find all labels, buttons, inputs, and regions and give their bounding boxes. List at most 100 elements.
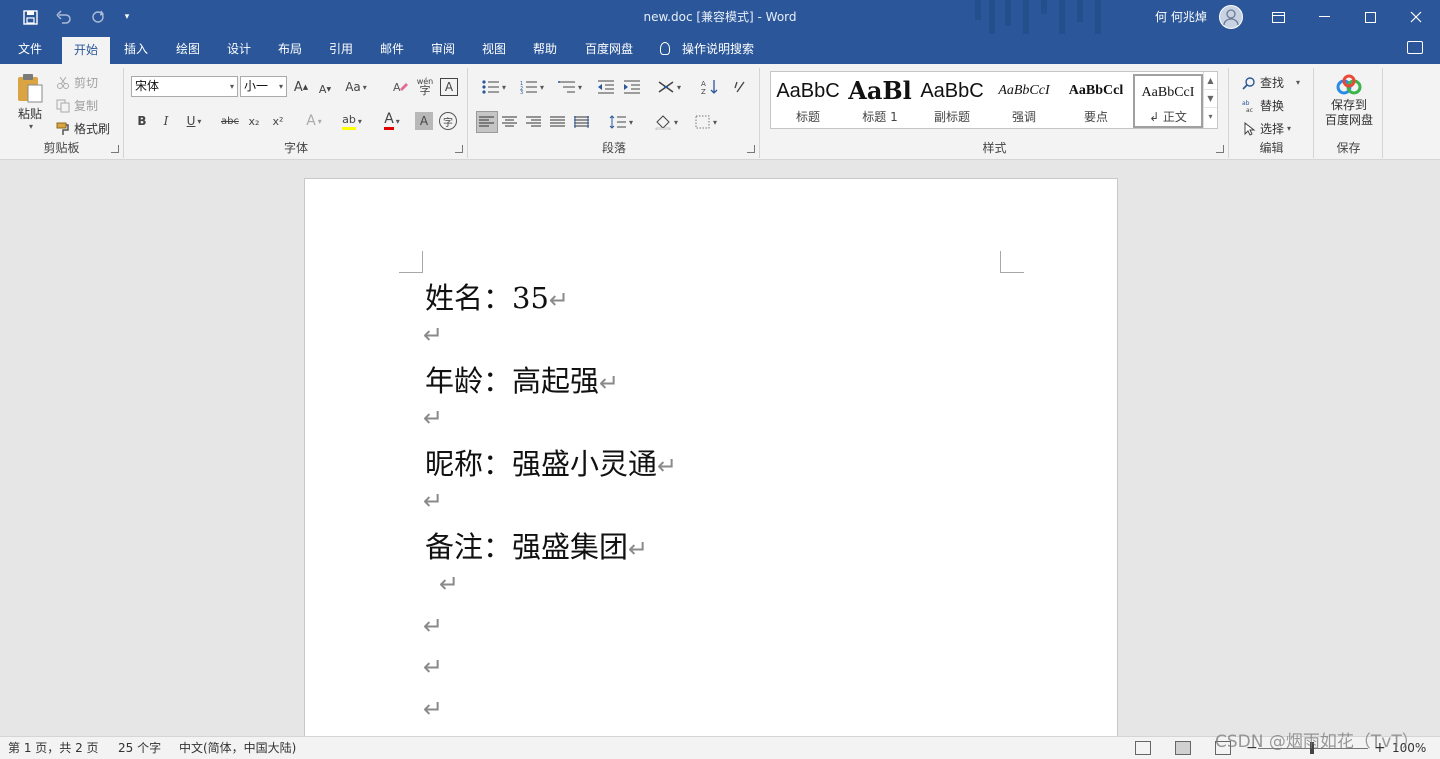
bullets-button[interactable]: ▾ bbox=[477, 78, 511, 96]
tab-layout[interactable]: 布局 bbox=[268, 34, 312, 64]
format-painter-button[interactable]: 格式刷 bbox=[56, 120, 110, 137]
paragraph-mark: ↵ bbox=[628, 535, 649, 563]
justify-button[interactable] bbox=[548, 112, 568, 132]
text-effects-button[interactable]: A ▾ bbox=[299, 111, 329, 131]
language-indicator[interactable]: 中文(简体，中国大陆) bbox=[179, 737, 296, 759]
comments-icon[interactable] bbox=[1407, 41, 1423, 54]
document-page[interactable]: 姓名：35↵ ↵ 年龄：高起强↵ ↵ 昵称：强盛小灵通↵ ↵ 备注：强盛集团↵ … bbox=[304, 178, 1118, 738]
save-to-label-line2: 百度网盘 bbox=[1324, 113, 1373, 127]
multilevel-list-button[interactable]: ▾ bbox=[553, 78, 587, 96]
chinese-layout-button[interactable]: ▾ bbox=[653, 78, 685, 96]
tab-file[interactable]: 文件 bbox=[8, 34, 52, 64]
paste-button[interactable]: 粘贴 ▾ bbox=[12, 72, 48, 131]
numbering-button[interactable]: 1 2 3 ▾ bbox=[515, 78, 549, 96]
tab-references[interactable]: 引用 bbox=[319, 34, 363, 64]
tab-design[interactable]: 设计 bbox=[217, 34, 261, 64]
tab-insert[interactable]: 插入 bbox=[114, 34, 158, 64]
font-color-button[interactable]: A ▾ bbox=[375, 111, 409, 131]
borders-button[interactable]: ▾ bbox=[689, 112, 723, 132]
shading-button[interactable]: ▾ bbox=[649, 112, 683, 132]
character-border-icon[interactable]: A bbox=[440, 78, 458, 96]
replace-icon: abac bbox=[1242, 100, 1253, 113]
style-name: 标题 1 bbox=[862, 110, 898, 124]
document-paragraph[interactable]: 姓名：35↵ bbox=[425, 275, 569, 317]
distributed-button[interactable] bbox=[572, 112, 592, 132]
select-label: 选择 bbox=[1260, 122, 1285, 136]
decrease-indent-icon[interactable] bbox=[595, 78, 617, 96]
clipboard-dialog-launcher-icon[interactable] bbox=[111, 145, 119, 153]
subscript-button[interactable]: x₂ bbox=[244, 112, 264, 130]
more-styles-icon[interactable]: ▾ bbox=[1204, 108, 1217, 126]
tab-view[interactable]: 视图 bbox=[472, 34, 516, 64]
style-subtitle[interactable]: AaBbC 副标题 bbox=[917, 74, 987, 128]
style-strong[interactable]: AaBbCcl 要点 bbox=[1061, 74, 1131, 128]
format-painter-icon bbox=[56, 122, 69, 135]
page-count[interactable]: 第 1 页，共 2 页 bbox=[8, 737, 99, 759]
font-name-select[interactable]: 宋体 ▾ bbox=[131, 76, 238, 97]
editing-group: 查找 ▾ ab ac 替换 选择 ▾ 编辑 bbox=[1230, 68, 1314, 158]
save-to-baidu-button[interactable]: 保存到 百度网盘 bbox=[1315, 74, 1383, 128]
word-count[interactable]: 25 个字 bbox=[118, 737, 161, 759]
clear-formatting-icon[interactable]: A bbox=[391, 78, 409, 96]
change-case-button[interactable]: Aa ▾ bbox=[342, 78, 370, 96]
paragraph-mark: ↵ bbox=[423, 404, 444, 432]
document-paragraph[interactable]: 备注：强盛集团↵ bbox=[425, 524, 648, 566]
font-size-select[interactable]: 小一 ▾ bbox=[240, 76, 287, 97]
style-title[interactable]: AaBbC 标题 bbox=[773, 74, 843, 128]
show-formatting-marks-icon[interactable] bbox=[731, 78, 749, 96]
underline-button[interactable]: U ▾ bbox=[181, 112, 207, 130]
style-normal[interactable]: AaBbCcI ↲ 正文 bbox=[1133, 74, 1203, 128]
cut-button[interactable]: 剪切 bbox=[56, 74, 98, 91]
style-emphasis[interactable]: AaBbCcI 强调 bbox=[989, 74, 1059, 128]
phonetic-guide-icon[interactable]: wén 字 bbox=[415, 74, 435, 98]
paragraph-dialog-launcher-icon[interactable] bbox=[747, 145, 755, 153]
tab-review[interactable]: 审阅 bbox=[421, 34, 465, 64]
document-paragraph[interactable]: 年龄：高起强↵ bbox=[425, 358, 619, 400]
superscript-button[interactable]: x² bbox=[268, 112, 288, 130]
highlight-color-button[interactable]: ab ▾ bbox=[335, 111, 369, 131]
italic-button[interactable]: I bbox=[157, 112, 175, 130]
align-center-icon bbox=[502, 116, 517, 127]
read-mode-icon[interactable] bbox=[1135, 741, 1151, 755]
find-label: 查找 bbox=[1260, 76, 1285, 90]
character-shading-icon[interactable]: A bbox=[415, 112, 433, 130]
user-name[interactable]: 何 何兆焯 bbox=[1155, 0, 1207, 34]
print-layout-icon[interactable] bbox=[1175, 741, 1191, 755]
styles-dialog-launcher-icon[interactable] bbox=[1216, 145, 1224, 153]
close-icon[interactable] bbox=[1393, 0, 1439, 34]
style-heading-1[interactable]: AaBl 标题 1 bbox=[845, 74, 915, 128]
align-center-button[interactable] bbox=[500, 112, 520, 132]
replace-button[interactable]: ab ac 替换 bbox=[1242, 97, 1284, 114]
save-to-label-line1: 保存到 bbox=[1330, 98, 1367, 112]
strikethrough-button[interactable]: abc bbox=[219, 112, 241, 130]
tab-mailings[interactable]: 邮件 bbox=[370, 34, 414, 64]
ribbon-display-options-icon[interactable] bbox=[1255, 0, 1301, 34]
tab-draw[interactable]: 绘图 bbox=[166, 34, 210, 64]
bold-button[interactable]: B bbox=[133, 112, 151, 130]
copy-button[interactable]: 复制 bbox=[56, 97, 98, 114]
align-right-button[interactable] bbox=[524, 112, 544, 132]
scroll-down-icon[interactable]: ▼ bbox=[1204, 90, 1217, 108]
svg-text:3: 3 bbox=[520, 90, 523, 94]
font-group-label: 字体 bbox=[283, 141, 308, 155]
sort-icon[interactable]: AZ bbox=[699, 78, 721, 96]
tab-home[interactable]: 开始 bbox=[62, 37, 110, 64]
increase-indent-icon[interactable] bbox=[621, 78, 643, 96]
find-button[interactable]: 查找 ▾ bbox=[1242, 74, 1300, 91]
minimize-icon[interactable] bbox=[1301, 0, 1347, 34]
line-spacing-button[interactable]: ▾ bbox=[605, 112, 637, 132]
tab-help[interactable]: 帮助 bbox=[523, 34, 567, 64]
avatar[interactable] bbox=[1219, 5, 1243, 29]
tab-baidu-netdisk[interactable]: 百度网盘 bbox=[576, 34, 642, 64]
scroll-up-icon[interactable]: ▲ bbox=[1204, 72, 1217, 90]
bullets-icon bbox=[482, 80, 499, 94]
tell-me-search[interactable]: 操作说明搜索 bbox=[660, 34, 754, 64]
maximize-icon[interactable] bbox=[1347, 0, 1393, 34]
align-left-button[interactable] bbox=[476, 111, 498, 133]
shrink-font-icon[interactable]: A ▼ bbox=[316, 80, 334, 98]
select-button[interactable]: 选择 ▾ bbox=[1242, 120, 1291, 137]
grow-font-icon[interactable]: A ▲ bbox=[292, 78, 310, 96]
document-paragraph[interactable]: 昵称：强盛小灵通↵ bbox=[425, 441, 677, 483]
font-dialog-launcher-icon[interactable] bbox=[455, 145, 463, 153]
enclose-characters-icon[interactable]: 字 bbox=[439, 112, 457, 130]
